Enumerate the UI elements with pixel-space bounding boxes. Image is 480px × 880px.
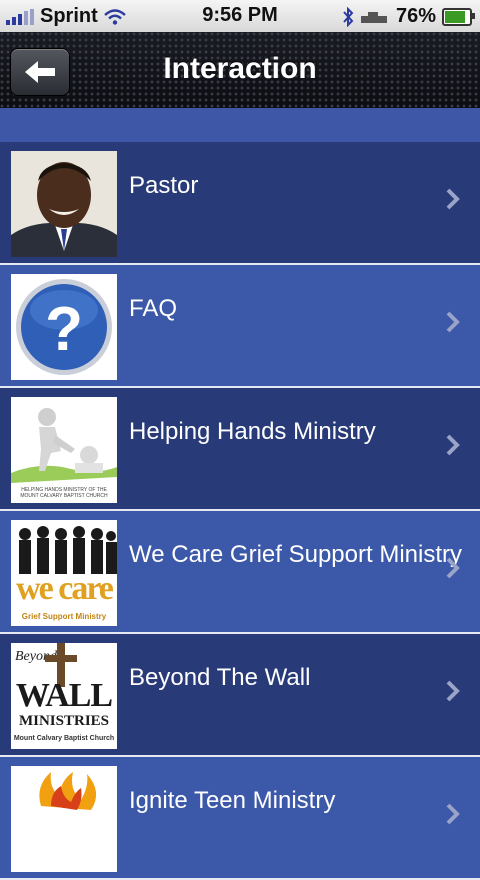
navigation-bar: Interaction [0,32,480,110]
list-item-label: Pastor [129,172,199,199]
list-item-pastor[interactable]: Pastor [0,142,480,265]
battery-percent: 76% [395,5,436,27]
list-item-we-care[interactable]: we care Grief Support Ministry We Care G… [0,511,480,634]
list-item-label: Beyond The Wall [129,664,311,691]
helping-hands-logo: HELPING HANDS MINISTRY OF THE MOUNT CALV… [11,397,117,503]
helping-hands-caption: HELPING HANDS MINISTRY OF THE MOUNT CALV… [20,487,108,499]
list-item-faq[interactable]: ? FAQ [0,265,480,388]
interaction-list: Pastor ? FAQ HELPING HANDS MINISTRY OF T… [0,142,480,880]
beyond-the-wall-logo: Beyond WALL MINISTRIES Mount Calvary Bap… [11,643,117,749]
faq-question-icon: ? [11,274,117,380]
bluetooth-icon [343,6,354,27]
list-item-label: We Care Grief Support Ministry [129,541,462,568]
wall-logo-ministries: MINISTRIES [18,713,110,729]
lock-rotation-icon [360,11,387,23]
page-title: Interaction [163,52,317,85]
we-care-logo: we care Grief Support Ministry [11,520,117,626]
svg-text:?: ? [45,295,83,364]
pastor-photo [11,151,117,257]
list-item-label: Helping Hands Ministry [129,418,376,445]
list-item-beyond-the-wall[interactable]: Beyond WALL MINISTRIES Mount Calvary Bap… [0,634,480,757]
wall-logo-main: WALL [15,677,113,714]
list-header-band [0,108,480,142]
list-item-helping-hands[interactable]: HELPING HANDS MINISTRY OF THE MOUNT CALV… [0,388,480,511]
chevron-right-icon [446,311,460,333]
battery-icon [442,7,475,26]
wall-logo-church: Mount Calvary Baptist Church [13,735,115,742]
chevron-right-icon [446,434,460,456]
chevron-right-icon [446,188,460,210]
chevron-right-icon [446,557,460,579]
ignite-teen-logo [11,766,117,872]
list-item-label: FAQ [129,295,178,322]
list-item-label: Ignite Teen Ministry [129,787,336,814]
we-care-subtitle: Grief Support Ministry [21,612,107,621]
chevron-right-icon [446,680,460,702]
wall-logo-cross-bar [45,655,77,662]
chevron-right-icon [446,803,460,825]
status-bar: Sprint 9:56 PM 76% [0,0,480,33]
we-care-wordmark: we care [16,570,114,607]
list-item-ignite-teen[interactable]: Ignite Teen Ministry [0,757,480,880]
